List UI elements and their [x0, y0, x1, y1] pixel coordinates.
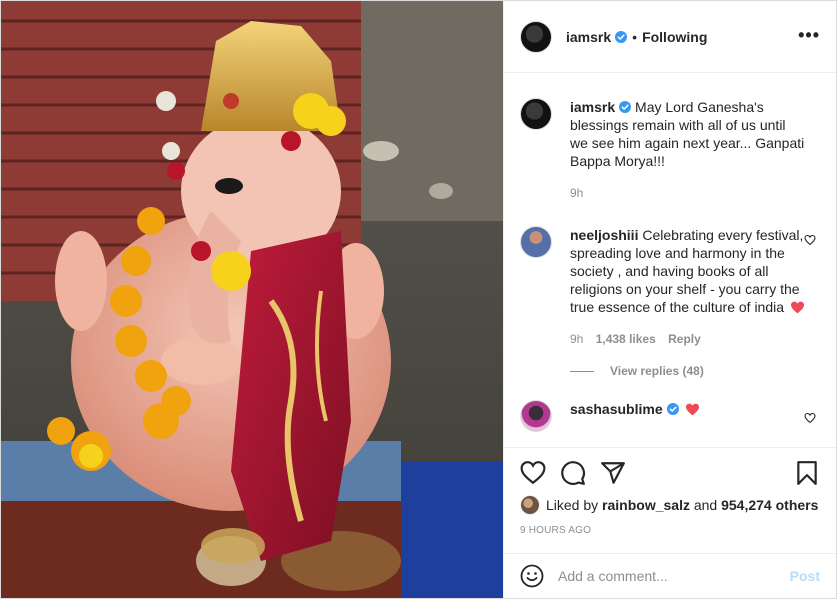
- verified-badge-icon: [666, 403, 679, 415]
- comment-like-heart-icon[interactable]: [804, 412, 816, 424]
- verified-badge-icon: [619, 101, 632, 113]
- post-sidebar: iamsrk • Following ••• iamsrk May Lord G…: [503, 1, 836, 598]
- comment-like-heart-icon[interactable]: [804, 234, 816, 246]
- instagram-post-modal: iamsrk • Following ••• iamsrk May Lord G…: [0, 0, 837, 599]
- comment-age[interactable]: 9h: [570, 332, 583, 346]
- red-heart-emoji-icon: [790, 301, 804, 314]
- comment-item: neeljoshiii Celebrating every festival, …: [520, 226, 820, 348]
- add-comment-bar: Post: [504, 553, 836, 598]
- comment-likes[interactable]: 1,438 likes: [596, 332, 656, 346]
- caption-age[interactable]: 9h: [570, 186, 583, 200]
- liked-by-and: and: [693, 497, 718, 513]
- more-icon[interactable]: •••: [798, 26, 820, 44]
- liker-avatar[interactable]: [520, 495, 540, 515]
- share-icon[interactable]: [600, 460, 626, 486]
- liked-by-prefix: Liked by: [546, 497, 599, 513]
- comment-avatar[interactable]: [520, 400, 552, 432]
- red-heart-emoji-icon: [685, 403, 699, 416]
- comment-icon[interactable]: [560, 460, 586, 486]
- post-photo[interactable]: [1, 1, 503, 598]
- action-bar: [504, 447, 836, 487]
- caption-username[interactable]: iamsrk: [570, 99, 615, 115]
- replies-line: [570, 370, 594, 372]
- verified-badge-icon: [615, 30, 628, 43]
- author-avatar[interactable]: [520, 20, 552, 53]
- view-replies-label: View replies (48): [610, 364, 704, 378]
- author-username[interactable]: iamsrk: [566, 29, 611, 45]
- heart-icon[interactable]: [520, 460, 546, 486]
- comment-avatar[interactable]: [520, 226, 552, 258]
- post-timestamp[interactable]: 9 HOURS AGO: [520, 525, 591, 536]
- liked-by-summary: Liked by rainbow_salz and 954,274 others: [520, 495, 818, 515]
- post-caption: iamsrk May Lord Ganesha's blessings rema…: [520, 98, 820, 202]
- post-header: iamsrk • Following •••: [504, 1, 836, 73]
- emoji-icon[interactable]: [520, 564, 544, 588]
- post-comment-button[interactable]: Post: [790, 568, 820, 584]
- ganesha-idol-image: [1, 1, 503, 598]
- comment-username[interactable]: sashasublime: [570, 401, 663, 417]
- bookmark-icon[interactable]: [794, 460, 820, 486]
- add-comment-input[interactable]: [558, 568, 790, 584]
- view-replies-button[interactable]: View replies (48): [570, 364, 820, 378]
- comments-list[interactable]: iamsrk May Lord Ganesha's blessings rema…: [504, 74, 836, 446]
- caption-avatar[interactable]: [520, 98, 552, 130]
- header-separator: •: [632, 28, 638, 45]
- comment-reply-button[interactable]: Reply: [668, 332, 701, 346]
- liked-by-others[interactable]: 954,274 others: [721, 497, 818, 513]
- following-button[interactable]: Following: [642, 29, 707, 45]
- liked-by-user[interactable]: rainbow_salz: [602, 497, 690, 513]
- comment-username[interactable]: neeljoshiii: [570, 227, 638, 243]
- comment-item: sashasublime: [520, 400, 820, 432]
